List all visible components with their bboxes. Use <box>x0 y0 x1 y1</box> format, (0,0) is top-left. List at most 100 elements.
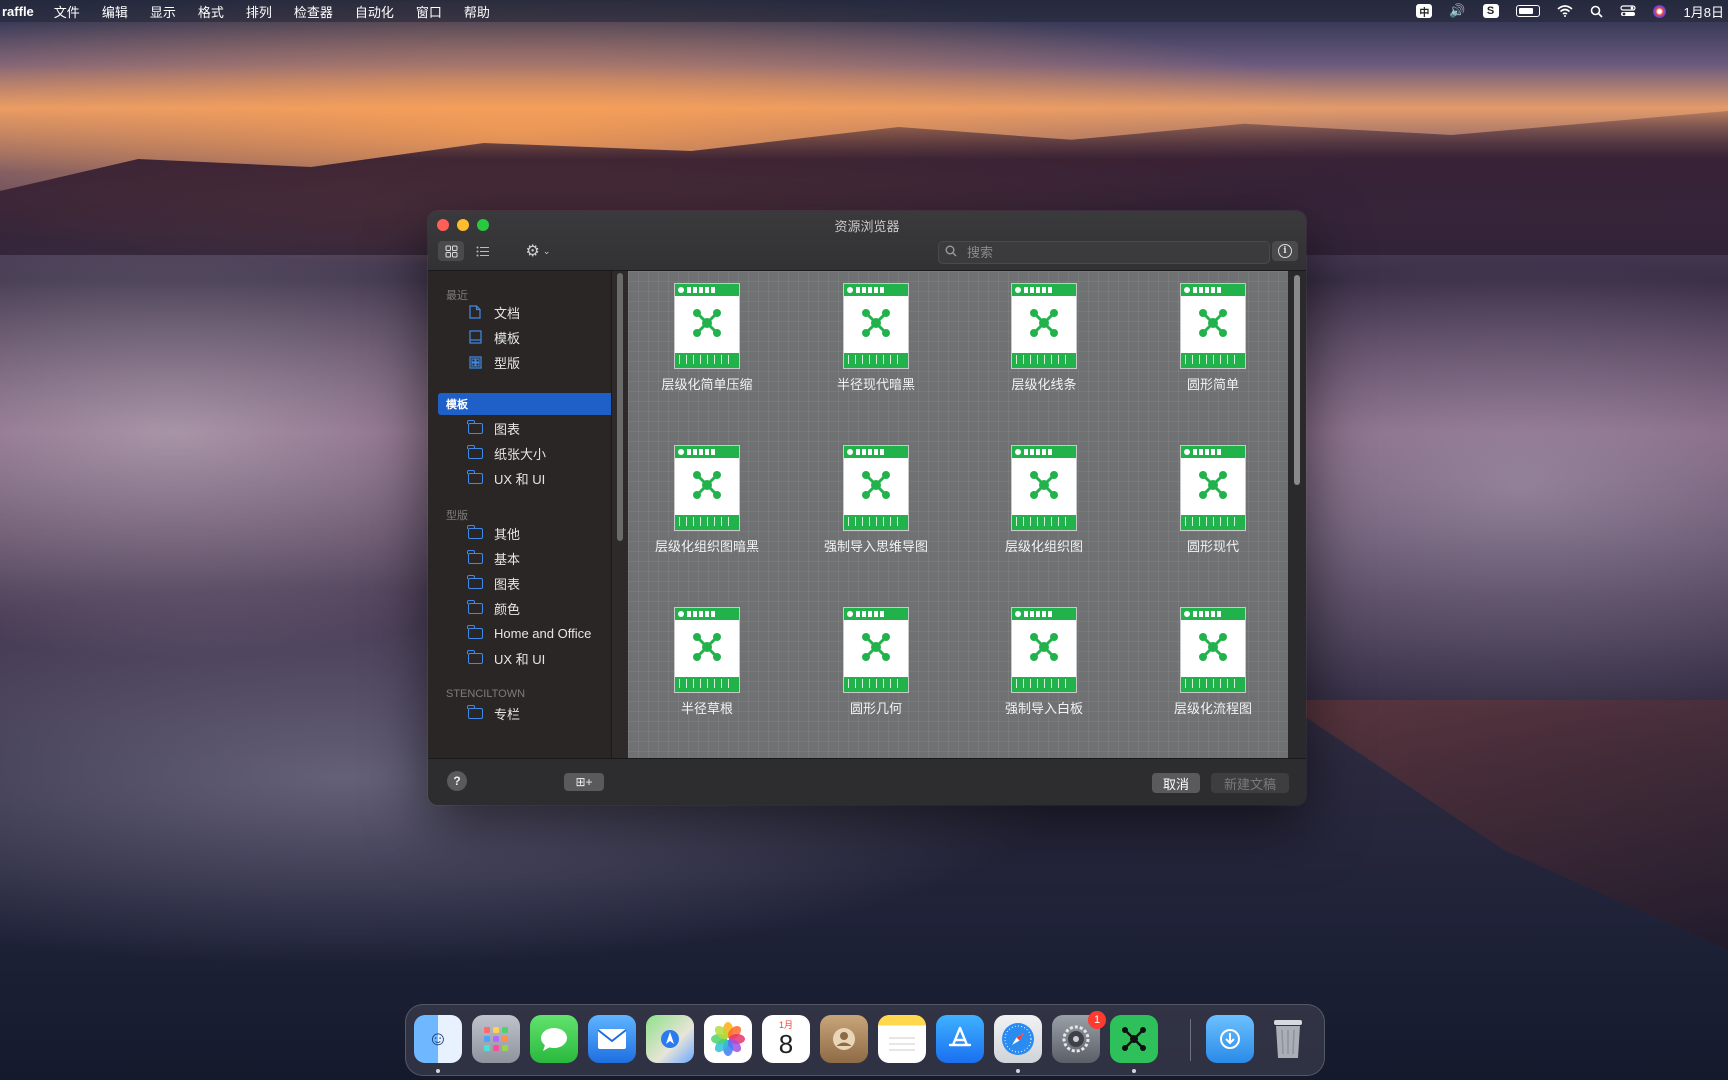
omnigraffle-node-icon <box>862 633 890 661</box>
template-grid-scrollbar[interactable] <box>1294 275 1300 485</box>
mail-icon[interactable] <box>588 1015 636 1063</box>
thumbnail-header-band <box>1181 446 1245 458</box>
thumbnail-ruler-band <box>1012 353 1076 368</box>
template-tile-circular-simple[interactable]: 圆形简单 <box>1129 271 1297 421</box>
system-settings-icon[interactable]: 1 <box>1052 1011 1106 1063</box>
app-store-icon[interactable] <box>936 1015 984 1063</box>
menu-help[interactable]: 帮助 <box>464 2 490 21</box>
siri-icon[interactable] <box>1652 4 1666 18</box>
template-tile-circular-geometric[interactable]: 圆形几何 <box>792 595 960 745</box>
info-button[interactable]: i <box>1272 241 1298 261</box>
template-name: 强制导入思维导图 <box>823 539 928 554</box>
volume-icon[interactable]: 🔊 <box>1449 3 1465 19</box>
calendar-icon[interactable]: 1月 8 <box>762 1015 810 1063</box>
menu-automation[interactable]: 自动化 <box>355 2 394 21</box>
template-tile-whiteboard-import[interactable]: 强制导入白板 <box>960 595 1128 745</box>
trash-icon[interactable] <box>1264 1015 1312 1063</box>
template-tile-circular-modern[interactable]: 圆形现代 <box>1129 433 1297 583</box>
thumbnail-header-band <box>675 446 739 458</box>
folder-icon <box>467 599 483 615</box>
grid-view-button[interactable] <box>438 241 464 261</box>
maps-icon[interactable] <box>646 1015 694 1063</box>
menu-bar: raffle 文件 编辑 显示 格式 排列 检查器 自动化 窗口 帮助 中 🔊 … <box>0 0 1728 22</box>
sidebar-item-label: UX 和 UI <box>494 651 546 667</box>
photos-icon[interactable] <box>704 1015 752 1063</box>
sidebar-item-ux-ui-templates[interactable]: UX 和 UI <box>428 467 611 489</box>
sidebar-item-label: 型版 <box>494 355 521 371</box>
contacts-icon[interactable] <box>820 1015 868 1063</box>
sidebar-item-basic[interactable]: 基本 <box>428 547 611 569</box>
thumbnail-header-band <box>675 608 739 620</box>
omnigraffle-node-icon <box>693 309 721 337</box>
sidebar-item-templates-recent[interactable]: 模板 <box>428 326 611 348</box>
thumbnail-ruler-band <box>1181 353 1245 368</box>
folder-icon <box>467 624 483 640</box>
cancel-button[interactable]: 取消 <box>1152 773 1200 793</box>
template-name: 层级化简单压缩 <box>661 377 753 392</box>
sidebar-item-paper-size[interactable]: 纸张大小 <box>428 442 611 464</box>
downloads-folder-icon[interactable] <box>1206 1015 1254 1063</box>
menu-app-name[interactable]: raffle <box>0 4 34 19</box>
menu-clock[interactable]: 1月8日 <box>1684 2 1724 21</box>
template-tile-radial-modern-dark[interactable]: 半径现代暗黑 <box>792 271 960 421</box>
sidebar-item-other[interactable]: 其他 <box>428 522 611 544</box>
template-tile-mindmap-import[interactable]: 强制导入思维导图 <box>792 433 960 583</box>
template-tile-hierarchical-org-dark[interactable]: 层级化组织图暗黑 <box>623 433 791 583</box>
menu-arrange[interactable]: 排列 <box>246 2 272 21</box>
info-icon: i <box>1278 244 1292 258</box>
dock: ☺ 1月 8 1 <box>405 1004 1325 1076</box>
template-thumbnail <box>1180 445 1246 531</box>
sync-app-icon[interactable]: S <box>1482 4 1499 18</box>
action-menu-button[interactable]: ⚙ ⌄ <box>520 241 556 261</box>
dock-separator <box>1190 1019 1191 1061</box>
sidebar-item-charts[interactable]: 图表 <box>428 417 611 439</box>
menu-window[interactable]: 窗口 <box>416 2 442 21</box>
template-tile-hierarchical-lines[interactable]: 层级化线条 <box>960 271 1128 421</box>
sidebar-item-documents[interactable]: 文档 <box>428 301 611 323</box>
launchpad-icon[interactable] <box>472 1015 520 1063</box>
template-name: 层级化线条 <box>1011 377 1077 392</box>
search-field[interactable] <box>938 241 1270 264</box>
menu-view[interactable]: 显示 <box>150 2 176 21</box>
help-button[interactable]: ? <box>447 771 467 791</box>
omnigraffle-node-icon <box>862 471 890 499</box>
sidebar-item-colors[interactable]: 颜色 <box>428 597 611 619</box>
control-center-icon[interactable] <box>1619 5 1636 17</box>
spotlight-search-icon[interactable] <box>1590 5 1603 18</box>
template-tile-hierarchical-simple-compact[interactable]: 层级化简单压缩 <box>623 271 791 421</box>
sidebar-item-columns[interactable]: 专栏 <box>428 702 611 724</box>
sidebar-divider[interactable] <box>611 271 612 758</box>
add-folder-button[interactable]: ⊞+ <box>564 773 604 791</box>
sidebar-item-label: 图表 <box>494 421 521 437</box>
template-tile-hierarchical-org[interactable]: 层级化组织图 <box>960 433 1128 583</box>
omnigraffle-icon[interactable] <box>1110 1015 1158 1063</box>
input-method-icon[interactable]: 中 <box>1416 4 1433 19</box>
new-document-button[interactable]: 新建文稿 <box>1211 773 1289 793</box>
menu-edit[interactable]: 编辑 <box>102 2 128 21</box>
menu-file[interactable]: 文件 <box>54 2 80 21</box>
template-tile-hierarchical-flowchart[interactable]: 层级化流程图 <box>1129 595 1297 745</box>
template-tile-radial-grassroots[interactable]: 半径草根 <box>623 595 791 745</box>
sidebar-item-home-office[interactable]: Home and Office <box>428 622 611 644</box>
safari-icon[interactable] <box>994 1015 1042 1063</box>
wifi-icon[interactable] <box>1557 5 1573 17</box>
search-input[interactable] <box>965 244 1269 261</box>
thumbnail-header-band <box>844 608 908 620</box>
sidebar-section-templates-selected[interactable]: 模板 <box>438 393 611 415</box>
template-name: 圆形简单 <box>1186 377 1239 392</box>
omnigraffle-node-icon <box>1199 633 1227 661</box>
messages-icon[interactable] <box>530 1015 578 1063</box>
sidebar-item-ux-ui-stencils[interactable]: UX 和 UI <box>428 647 611 669</box>
sidebar-item-stencils-recent[interactable]: 型版 <box>428 351 611 373</box>
notes-icon[interactable] <box>878 1015 926 1063</box>
menu-inspector[interactable]: 检查器 <box>294 2 333 21</box>
battery-icon[interactable] <box>1515 5 1540 17</box>
menu-format[interactable]: 格式 <box>198 2 224 21</box>
list-view-button[interactable] <box>470 241 496 261</box>
folder-icon <box>467 704 483 720</box>
sidebar-item-charts-stencils[interactable]: 图表 <box>428 572 611 594</box>
thumbnail-header-band <box>1012 284 1076 296</box>
finder-icon[interactable]: ☺ <box>414 1015 462 1063</box>
sidebar-item-label: 基本 <box>494 551 521 567</box>
omnigraffle-node-icon <box>1199 309 1227 337</box>
